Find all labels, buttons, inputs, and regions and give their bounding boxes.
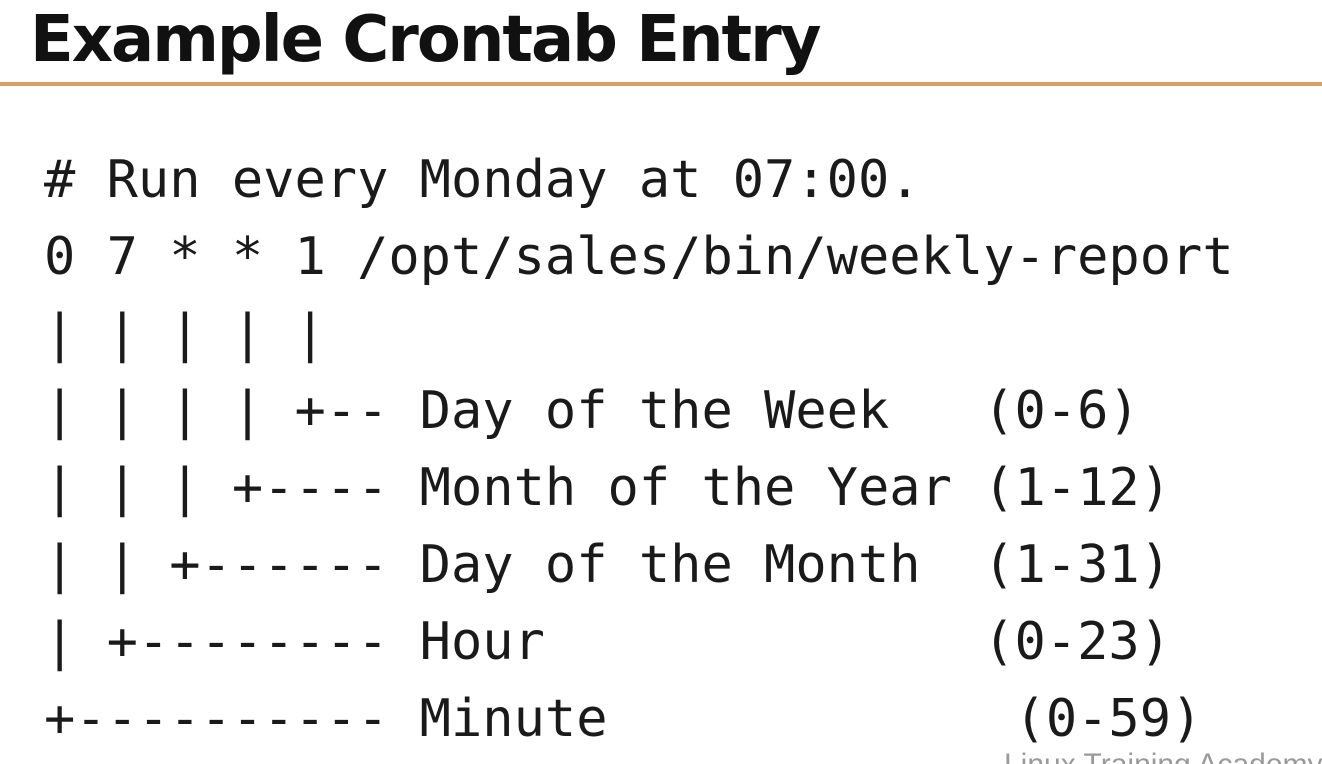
watermark: Linux Training Academy [1004, 748, 1322, 764]
field-hour-line: | +-------- Hour (0-23) [44, 612, 1172, 672]
slide: Example Crontab Entry # Run every Monday… [0, 0, 1322, 764]
crontab-code-block: # Run every Monday at 07:00. 0 7 * * 1 /… [44, 142, 1234, 758]
field-minute-line: +---------- Minute (0-59) [44, 689, 1203, 749]
slide-title: Example Crontab Entry [30, 3, 821, 77]
field-day-of-month-line: | | +------ Day of the Month (1-31) [44, 535, 1172, 595]
title-divider [0, 82, 1322, 86]
field-month-line: | | | +---- Month of the Year (1-12) [44, 458, 1172, 518]
field-pipes-line: | | | | | [44, 304, 326, 364]
field-day-of-week-line: | | | | +-- Day of the Week (0-6) [44, 381, 1140, 441]
crontab-entry-line: 0 7 * * 1 /opt/sales/bin/weekly-report [44, 227, 1234, 287]
code-comment-line: # Run every Monday at 07:00. [44, 150, 921, 210]
